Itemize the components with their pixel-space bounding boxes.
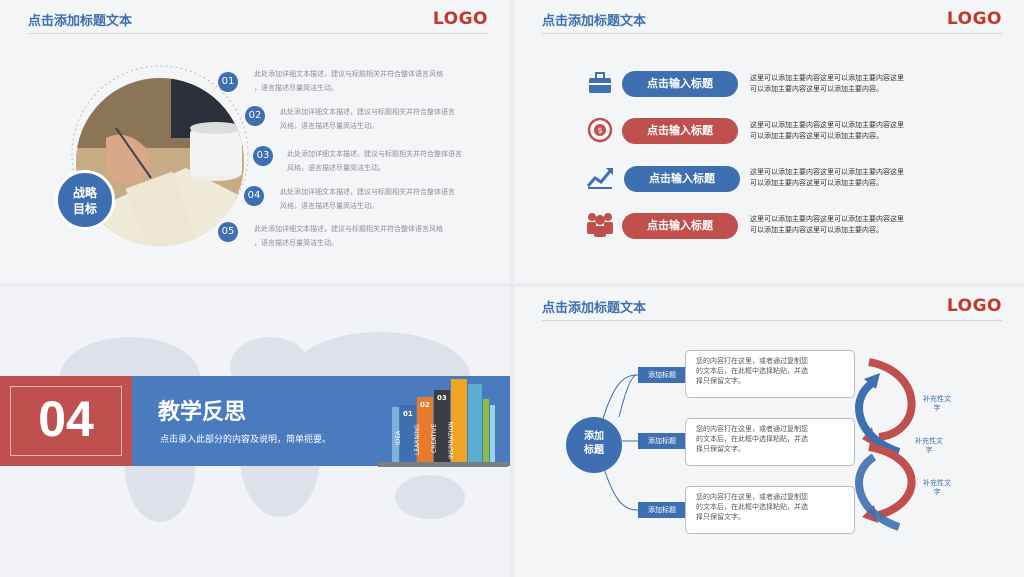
- side-label-line: 字: [933, 488, 941, 496]
- title-pill[interactable]: 点击输入标题: [622, 71, 738, 97]
- side-label-line: 补充性文: [923, 395, 951, 403]
- step-text: 此处添加详细文本描述，建议与标题相关并符合整体语言风格 ，语言描述尽量简洁生动。: [254, 67, 494, 95]
- books-illustration: [378, 379, 508, 467]
- section-subtitle: 点击录入此部分的内容及说明，简单扼要。: [160, 435, 332, 445]
- slide-title: 点击添加标题文本: [542, 14, 647, 29]
- desc-line: 可以添加主要内容这里可以添加主要内容。: [750, 226, 883, 234]
- center-label-line2: 目标: [72, 202, 97, 216]
- step-text: 此处添加详细文本描述，建议与标题相关并符合整体语言风格 ，语言描述尽量简洁生动。: [254, 222, 494, 250]
- side-label-line: 补充性文: [923, 479, 951, 487]
- step-number: 03: [253, 146, 273, 166]
- box-line: 择只保留文字。: [696, 445, 745, 453]
- chart-arrow-icon: [586, 168, 613, 189]
- desc-line: 可以添加主要内容这里可以添加主要内容。: [750, 179, 883, 187]
- branch-text-box[interactable]: 您的内容打在这里，或者通过复制您 的文本后，在此框中选择粘贴，并选 择只保留文字…: [685, 350, 855, 398]
- box-line: 的文本后，在此框中选择粘贴，并选: [696, 435, 808, 443]
- briefcase-icon: [589, 72, 611, 93]
- step-text-line: ，语言描述尽量简洁生动。: [254, 239, 338, 247]
- branch-text-box[interactable]: 您的内容打在这里，或者通过复制您 的文本后，在此框中选择粘贴，并选 择只保留文字…: [685, 486, 855, 534]
- row-description: 这里可以添加主要内容这里可以添加主要内容这里 可以添加主要内容这里可以添加主要内…: [750, 167, 945, 189]
- section-number: 04: [38, 391, 94, 447]
- step-text-line: 风格，语言描述尽量简洁生动。: [287, 164, 385, 172]
- step-text: 此处添加详细文本描述，建议与标题相关并符合整体语言 风格，语言描述尽量简洁生动。: [280, 105, 495, 133]
- side-label: 补充性文 字: [907, 437, 951, 455]
- slide-strategy-goals[interactable]: 点击添加标题文本 LOGO 战略 目标 01 此处添加详细文本描述，建议与标题相…: [0, 0, 510, 283]
- center-label-line2: 标题: [584, 445, 604, 456]
- step-number: 04: [244, 186, 264, 206]
- logo: LOGO: [946, 9, 1002, 29]
- box-line: 择只保留文字。: [696, 513, 745, 521]
- section-number-box: 04: [0, 376, 132, 466]
- step-text-line: 此处添加详细文本描述，建议与标题相关并符合整体语言: [287, 150, 462, 158]
- branch-tag[interactable]: 添加标题: [638, 367, 686, 383]
- slide-title: 点击添加标题文本: [28, 14, 133, 29]
- desc-line: 可以添加主要内容这里可以添加主要内容。: [750, 132, 883, 140]
- section-heading: 教学反思: [158, 400, 247, 425]
- title-pill[interactable]: 点击输入标题: [624, 166, 740, 192]
- row-description: 这里可以添加主要内容这里可以添加主要内容这里 可以添加主要内容这里可以添加主要内…: [750, 120, 945, 142]
- step-text-line: 风格，语言描述尽量简洁生动。: [280, 122, 378, 130]
- branch-tag[interactable]: 添加标题: [638, 433, 686, 449]
- title-pill[interactable]: 点击输入标题: [622, 118, 738, 144]
- step-number: 02: [245, 106, 265, 126]
- book-spine-label: IDEA: [395, 430, 402, 445]
- center-label-line1: 添加: [584, 431, 604, 442]
- book-number: 01: [403, 410, 413, 418]
- step-number: 05: [218, 222, 238, 242]
- row-description: 这里可以添加主要内容这里可以添加主要内容这里 可以添加主要内容这里可以添加主要内…: [750, 73, 945, 95]
- slide-tree-diagram[interactable]: 点击添加标题文本 LOGO 添加 标题 添加标题 您的内容打在这里，或者通过复制…: [514, 287, 1024, 577]
- side-label: 补充性文 字: [915, 395, 959, 413]
- desc-line: 这里可以添加主要内容这里可以添加主要内容这里: [750, 74, 904, 82]
- box-line: 的文本后，在此框中选择粘贴，并选: [696, 367, 808, 375]
- box-line: 您的内容打在这里，或者通过复制您: [696, 357, 808, 365]
- step-text-line: ，语言描述尽量简洁生动。: [254, 84, 338, 92]
- step-text: 此处添加详细文本描述，建议与标题相关并符合整体语言 风格，语言描述尽量简洁生动。: [280, 185, 495, 213]
- side-label-line: 字: [933, 404, 941, 412]
- center-node[interactable]: 添加 标题: [566, 417, 622, 473]
- team-icon: [587, 213, 613, 237]
- title-pill[interactable]: 点击输入标题: [622, 213, 738, 239]
- book-spine-label: CREATIVE: [431, 423, 438, 453]
- side-label-line: 字: [925, 446, 933, 454]
- side-label: 补充性文 字: [915, 479, 959, 497]
- desc-line: 这里可以添加主要内容这里可以添加主要内容这里: [750, 215, 904, 223]
- branch-tag[interactable]: 添加标题: [638, 502, 686, 518]
- book-number: 02: [420, 401, 430, 409]
- logo: LOGO: [432, 9, 488, 29]
- step-text-line: 此处添加详细文本描述，建议与标题相关并符合整体语言风格: [254, 70, 443, 78]
- book-spine-label: INSPIRATION: [448, 421, 455, 459]
- center-label-line1: 战略: [72, 186, 97, 200]
- book-number: 03: [437, 394, 447, 402]
- branch-text-box[interactable]: 您的内容打在这里，或者通过复制您 的文本后，在此框中选择粘贴，并选 择只保留文字…: [685, 418, 855, 466]
- step-number: 01: [218, 72, 238, 92]
- step-text: 此处添加详细文本描述，建议与标题相关并符合整体语言 风格，语言描述尽量简洁生动。: [287, 147, 497, 175]
- step-text-line: 此处添加详细文本描述，建议与标题相关并符合整体语言: [280, 188, 455, 196]
- box-line: 您的内容打在这里，或者通过复制您: [696, 493, 808, 501]
- book-spine-label: LEARNING: [414, 424, 421, 455]
- step-text-line: 风格，语言描述尽量简洁生动。: [280, 202, 378, 210]
- center-badge: 战略 目标: [55, 170, 115, 230]
- clock-dollar-icon: $: [587, 117, 613, 143]
- box-line: 您的内容打在这里，或者通过复制您: [696, 425, 808, 433]
- divider: [28, 33, 488, 34]
- box-line: 的文本后，在此框中选择粘贴，并选: [696, 503, 808, 511]
- row-description: 这里可以添加主要内容这里可以添加主要内容这里 可以添加主要内容这里可以添加主要内…: [750, 214, 945, 236]
- desc-line: 这里可以添加主要内容这里可以添加主要内容这里: [750, 168, 904, 176]
- slide-section-divider[interactable]: 04 教学反思 点击录入此部分的内容及说明，简单扼要。 01 02 03 IDE…: [0, 287, 510, 577]
- slide-title-list[interactable]: 点击添加标题文本 LOGO 点击输入标题 这里可以添加主要内容这里可以添加主要内…: [514, 0, 1024, 283]
- step-text-line: 此处添加详细文本描述，建议与标题相关并符合整体语言: [280, 108, 455, 116]
- divider: [542, 33, 1002, 34]
- box-line: 择只保留文字。: [696, 377, 745, 385]
- desc-line: 可以添加主要内容这里可以添加主要内容。: [750, 85, 883, 93]
- svg-text:$: $: [597, 126, 602, 135]
- step-text-line: 此处添加详细文本描述，建议与标题相关并符合整体语言风格: [254, 225, 443, 233]
- desc-line: 这里可以添加主要内容这里可以添加主要内容这里: [750, 121, 904, 129]
- side-label-line: 补充性文: [915, 437, 943, 445]
